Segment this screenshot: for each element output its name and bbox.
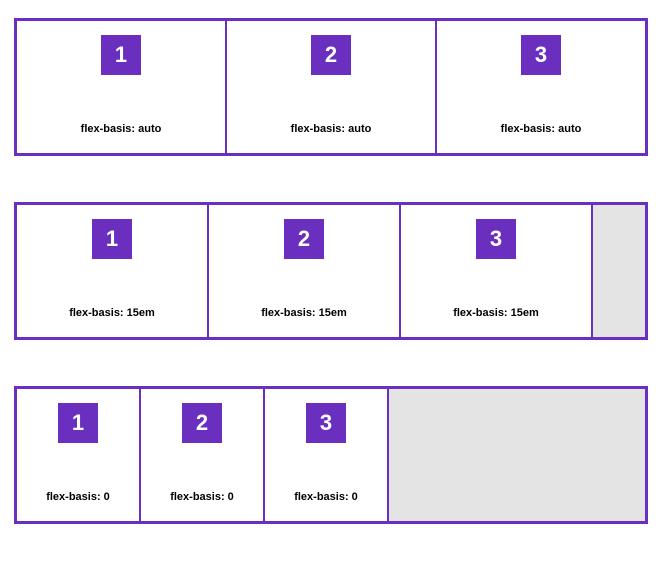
flex-row-auto: 1 flex-basis: auto 2 flex-basis: auto 3 … xyxy=(14,18,648,156)
item-caption: flex-basis: 15em xyxy=(401,307,591,319)
item-number: 1 xyxy=(101,35,141,75)
flex-item: 3 flex-basis: auto xyxy=(437,21,645,153)
item-caption: flex-basis: auto xyxy=(437,123,645,135)
item-caption: flex-basis: 0 xyxy=(17,491,139,503)
item-number: 3 xyxy=(306,403,346,443)
flex-row-zero: 1 flex-basis: 0 2 flex-basis: 0 3 flex-b… xyxy=(14,386,648,524)
flex-item: 2 flex-basis: auto xyxy=(227,21,437,153)
item-number: 2 xyxy=(284,219,324,259)
item-number: 3 xyxy=(476,219,516,259)
flex-item: 1 flex-basis: 15em xyxy=(17,205,209,337)
item-number: 1 xyxy=(58,403,98,443)
flex-item: 3 flex-basis: 15em xyxy=(401,205,593,337)
item-caption: flex-basis: 15em xyxy=(209,307,399,319)
item-caption: flex-basis: auto xyxy=(227,123,435,135)
item-number: 2 xyxy=(182,403,222,443)
item-caption: flex-basis: 0 xyxy=(265,491,387,503)
item-number: 1 xyxy=(92,219,132,259)
flex-row-15em: 1 flex-basis: 15em 2 flex-basis: 15em 3 … xyxy=(14,202,648,340)
item-caption: flex-basis: 0 xyxy=(141,491,263,503)
flex-item: 2 flex-basis: 0 xyxy=(141,389,265,521)
item-caption: flex-basis: auto xyxy=(17,123,225,135)
flex-item: 1 flex-basis: auto xyxy=(17,21,227,153)
item-caption: flex-basis: 15em xyxy=(17,307,207,319)
item-number: 3 xyxy=(521,35,561,75)
flex-item: 1 flex-basis: 0 xyxy=(17,389,141,521)
item-number: 2 xyxy=(311,35,351,75)
flex-item: 2 flex-basis: 15em xyxy=(209,205,401,337)
flex-item: 3 flex-basis: 0 xyxy=(265,389,389,521)
